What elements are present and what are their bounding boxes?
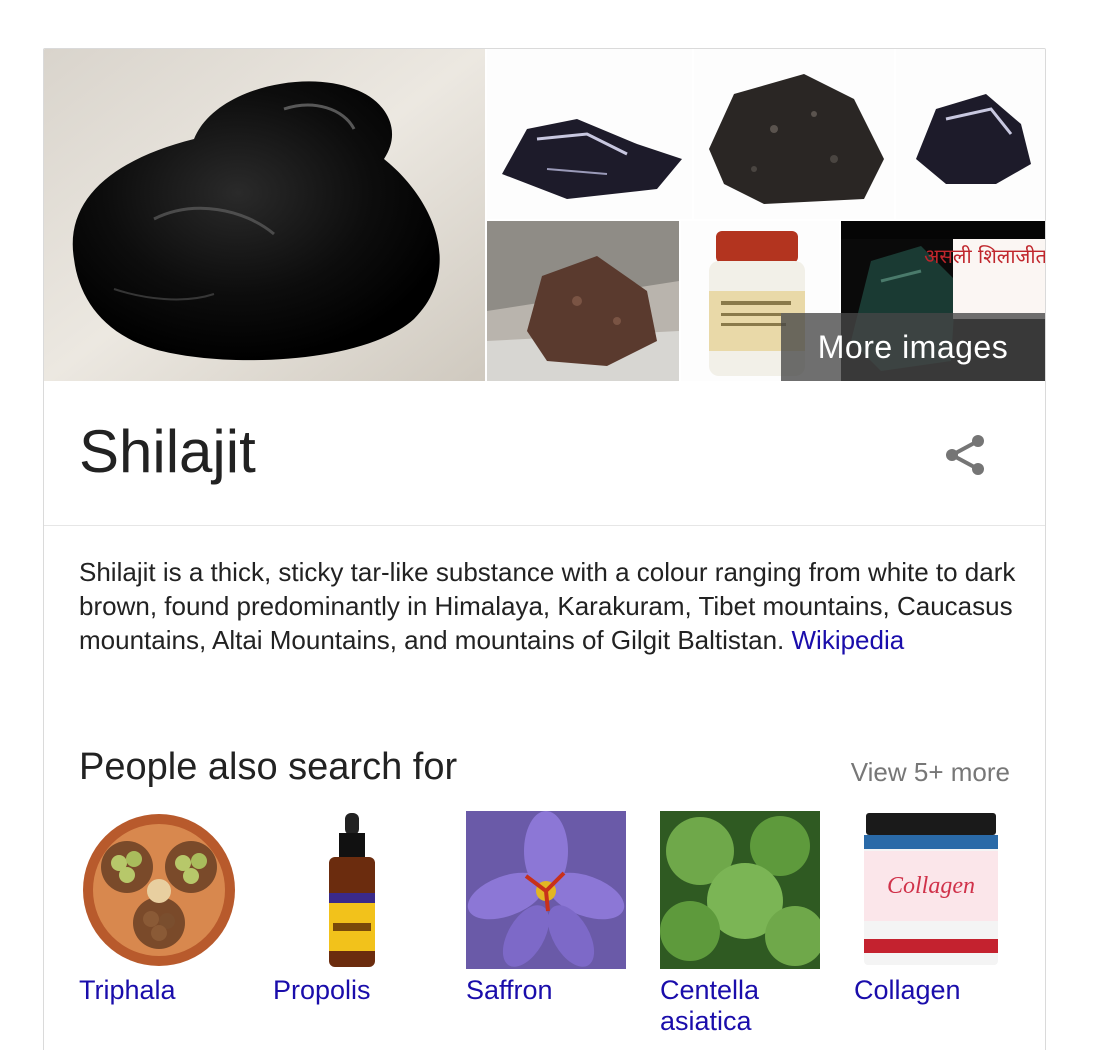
related-item-collagen[interactable]: Collagen Collagen: [854, 811, 1014, 1006]
knowledge-panel: असली शिलाजीत की More images Shilajit Shi…: [43, 48, 1046, 1050]
description: Shilajit is a thick, sticky tar-like sub…: [79, 555, 1019, 657]
page-title: Shilajit: [79, 418, 256, 485]
thumbnail-image[interactable]: [487, 221, 679, 381]
related-item-centella-asiatica[interactable]: Centella asiatica: [660, 811, 820, 1037]
main-image[interactable]: [44, 49, 485, 381]
people-also-search-heading: People also search for: [79, 746, 458, 788]
related-item-propolis[interactable]: Propolis: [273, 811, 433, 1006]
related-item-label[interactable]: Triphala: [79, 975, 239, 1006]
collagen-image[interactable]: Collagen: [854, 811, 1014, 969]
image-strip[interactable]: असली शिलाजीत की More images: [44, 49, 1045, 381]
share-icon[interactable]: [942, 431, 990, 479]
related-item-saffron[interactable]: Saffron: [466, 811, 626, 1006]
related-item-label[interactable]: Centella asiatica: [660, 975, 820, 1037]
more-images-button[interactable]: More images: [781, 313, 1045, 381]
propolis-image[interactable]: [273, 811, 433, 969]
title-row: Shilajit: [44, 381, 1045, 526]
thumbnail-image[interactable]: [694, 49, 894, 219]
saffron-image[interactable]: [466, 811, 626, 969]
thumbnail-image[interactable]: [896, 49, 1045, 219]
related-item-label[interactable]: Saffron: [466, 975, 626, 1006]
centella-image[interactable]: [660, 811, 820, 969]
triphala-image[interactable]: [79, 811, 239, 969]
wikipedia-link[interactable]: Wikipedia: [792, 625, 905, 655]
collagen-wordmark: Collagen: [887, 873, 975, 899]
related-item-label[interactable]: Collagen: [854, 975, 1014, 1006]
thumbnail-image[interactable]: [487, 49, 692, 219]
view-more-link[interactable]: View 5+ more: [851, 757, 1010, 788]
related-item-label[interactable]: Propolis: [273, 975, 433, 1006]
overlay-text-line-1: असली शिलाजीत की: [924, 244, 1045, 268]
related-item-triphala[interactable]: Triphala: [79, 811, 239, 1006]
